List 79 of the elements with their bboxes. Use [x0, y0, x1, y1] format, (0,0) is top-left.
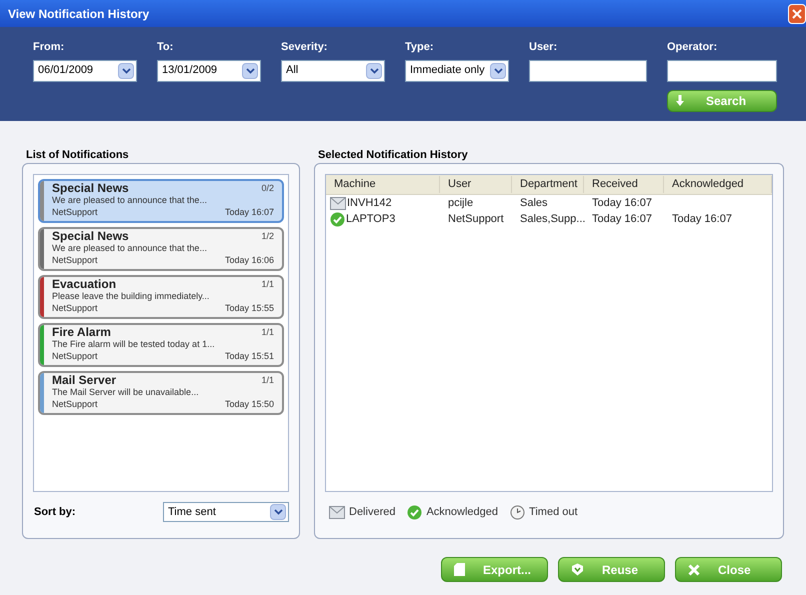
legend-label: Timed out	[529, 505, 578, 520]
legend-label: Acknowledged	[426, 505, 498, 520]
notification-item[interactable]: Special News 1/2 We are pleased to announce that the... NetSupport Today 16:06	[38, 227, 284, 271]
table-cell-text: LAPTOP3	[346, 212, 396, 227]
text-field[interactable]	[667, 60, 777, 82]
filter-label: Severity:	[281, 40, 328, 55]
notification-count: 1/1	[261, 326, 274, 338]
notification-time: Today 16:06	[224, 254, 274, 266]
notification-time: Today 15:50	[224, 398, 274, 410]
close-icon	[792, 8, 802, 18]
notification-title: Evacuation	[52, 278, 116, 290]
table-cell-text: Today 16:07	[591, 212, 653, 227]
dropdown[interactable]: 13/01/2009	[157, 60, 261, 82]
panel-title: Selected Notification History	[317, 148, 469, 163]
notification-item[interactable]: Special News 0/2 We are pleased to announce that the... NetSupport Today 16:07	[38, 179, 284, 223]
dropdown[interactable]: All	[281, 60, 385, 82]
notification-sender: NetSupport	[52, 206, 98, 218]
caret-icon	[242, 62, 258, 78]
notification-message: We are pleased to announce that the...	[52, 194, 208, 206]
column-header[interactable]: User	[440, 176, 512, 193]
envelope-icon	[329, 506, 345, 519]
arrow-down-icon	[676, 95, 684, 106]
panel-title: List of Notifications	[25, 148, 130, 163]
column-header[interactable]: Received	[584, 176, 664, 193]
notification-time: Today 15:51	[224, 350, 274, 362]
filter-label: To:	[157, 40, 174, 55]
notification-message: We are pleased to announce that the...	[52, 242, 208, 254]
legend-label: Delivered	[349, 505, 396, 520]
sort-label: Sort by:	[34, 504, 76, 520]
sort-dropdown[interactable]: Time sent	[163, 502, 289, 522]
notification-sender: NetSupport	[52, 254, 98, 266]
column-header[interactable]: Machine	[326, 176, 440, 193]
clock-icon	[510, 504, 526, 520]
dropdown[interactable]: 06/01/2009	[33, 60, 137, 82]
notification-item[interactable]: Evacuation 1/1 Please leave the building immediately... NetSupport Today 15:55	[38, 275, 284, 319]
column-header[interactable]: Acknowledged	[664, 176, 772, 193]
notification-count: 1/1	[261, 278, 274, 290]
notification-time: Today 15:55	[224, 302, 274, 314]
notification-item[interactable]: Fire Alarm 1/1 The Fire alarm will be tested today at 1... NetSupport Today 15:51	[38, 323, 284, 367]
notification-sender: NetSupport	[52, 302, 98, 314]
notification-sender: NetSupport	[52, 350, 98, 362]
notification-item[interactable]: Mail Server 1/1 The Mail Server will be unavailable... NetSupport Today 15:50	[38, 371, 284, 415]
notification-message: Please leave the building immediately...	[52, 290, 210, 302]
column-header[interactable]: Department	[512, 176, 584, 193]
notification-message: The Mail Server will be unavailable...	[52, 386, 200, 398]
close-icon	[688, 564, 700, 576]
dropdown[interactable]: Immediate only	[405, 60, 509, 82]
table-cell-text: pcijle	[447, 196, 474, 211]
notification-time: Today 16:07	[224, 206, 274, 218]
filter-label: User:	[529, 40, 558, 55]
notification-message: The Fire alarm will be tested today at 1...	[52, 338, 216, 350]
caret-icon	[490, 62, 506, 78]
caret-icon	[270, 504, 286, 520]
checkmark-icon	[330, 212, 345, 227]
close-button[interactable]	[788, 4, 806, 24]
table-cell-text: Today 16:07	[591, 196, 653, 211]
document-icon	[454, 563, 465, 576]
envelope-icon	[330, 196, 346, 210]
caret-icon	[118, 62, 134, 78]
notification-count: 1/1	[261, 374, 274, 386]
table-cell-text: NetSupport	[447, 212, 505, 227]
caret-icon	[366, 62, 382, 78]
text-field[interactable]	[529, 60, 647, 82]
filter-label: Type:	[405, 40, 435, 55]
notification-title: Special News	[52, 230, 129, 242]
filter-label: From:	[33, 40, 66, 55]
notification-title: Mail Server	[52, 374, 116, 386]
checkmark-icon	[407, 504, 422, 520]
notification-count: 1/2	[261, 230, 274, 242]
notification-count: 0/2	[261, 182, 274, 194]
notification-title: Fire Alarm	[52, 326, 111, 338]
notification-sender: NetSupport	[52, 398, 98, 410]
table-cell-text: Sales,Supp...	[519, 212, 584, 227]
table-cell-text: Sales	[519, 196, 549, 211]
table-cell-text: INVH142	[347, 196, 392, 211]
filter-label: Operator:	[667, 40, 718, 55]
table-cell-text: Today 16:07	[671, 212, 733, 227]
window-title: View Notification History	[8, 6, 150, 22]
notification-title: Special News	[52, 182, 129, 194]
